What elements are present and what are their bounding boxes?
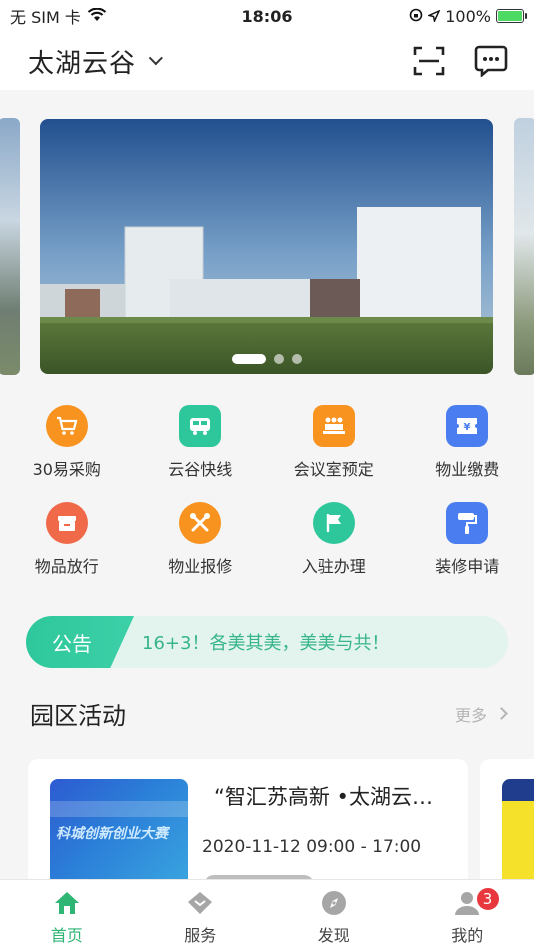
- notice-tag: 公告: [26, 616, 134, 668]
- banner-carousel[interactable]: [0, 90, 534, 390]
- more-label: 更多: [454, 705, 487, 725]
- quick-action-label: 云谷快线: [168, 460, 233, 479]
- location-icon: [426, 7, 441, 26]
- quick-action-label: 入驻办理: [301, 557, 366, 576]
- thumbnail-text: 科城创新创业大赛: [56, 826, 168, 842]
- tab-discover[interactable]: 发现: [267, 880, 401, 950]
- notification-badge: 3: [474, 886, 501, 912]
- quick-action-meeting-room[interactable]: 会议室预定: [267, 405, 401, 480]
- scan-icon: [413, 46, 445, 76]
- quick-action-label: 物品放行: [34, 557, 99, 576]
- activities-header: 园区活动 更多: [30, 696, 508, 731]
- status-bar: 无 SIM 卡 18:06 100%: [0, 0, 534, 32]
- quick-action-label: 物业报修: [168, 557, 233, 576]
- carousel-dot-active[interactable]: [231, 354, 266, 364]
- quick-action-check-in[interactable]: 入驻办理: [267, 502, 401, 577]
- notice-bar[interactable]: 公告 16+3！各美其美，美美与共！: [26, 616, 508, 668]
- activity-thumbnail: [502, 779, 534, 889]
- banner-prev-slide[interactable]: [0, 118, 20, 375]
- quick-action-label: 会议室预定: [293, 460, 374, 479]
- carousel-dot[interactable]: [291, 354, 302, 364]
- quick-action-item-release[interactable]: 物品放行: [0, 502, 134, 577]
- carousel-dot[interactable]: [273, 354, 284, 364]
- tab-label: 发现: [317, 926, 350, 945]
- wifi-icon: [87, 7, 107, 26]
- status-left: 无 SIM 卡: [10, 4, 107, 28]
- box-icon: [45, 502, 88, 544]
- tab-label: 首页: [50, 926, 83, 945]
- section-title: 园区活动: [30, 702, 126, 730]
- banner-image[interactable]: [40, 119, 493, 374]
- more-link[interactable]: 更多: [454, 702, 508, 726]
- scan-button[interactable]: [412, 44, 446, 78]
- battery-percent: 100%: [445, 6, 491, 26]
- park-title[interactable]: 太湖云谷: [28, 43, 136, 80]
- meeting-icon: [312, 405, 355, 447]
- orientation-lock-icon: [409, 7, 423, 26]
- activity-thumbnail: 科城创新创业大赛: [50, 779, 188, 889]
- building-photo: [40, 119, 493, 374]
- notice-text: 16+3！各美其美，美美与共！: [142, 633, 390, 654]
- quick-action-purchase[interactable]: 30易采购: [0, 405, 134, 480]
- flag-icon: [312, 502, 355, 544]
- quick-actions-grid: 30易采购 云谷快线 会议室预定 ¥ 物业缴费 物品放行 物业报修 入驻办理 装…: [0, 405, 534, 577]
- tab-profile[interactable]: 我的 3: [401, 880, 534, 950]
- banner-next-slide[interactable]: [514, 118, 534, 375]
- status-right: 100%: [409, 6, 527, 26]
- quick-action-shuttle[interactable]: 云谷快线: [134, 405, 268, 480]
- message-button[interactable]: [474, 44, 508, 78]
- activity-card[interactable]: 科城创新创业大赛 “智汇苏高新 •太湖云… 2020-11-12 09:00 -…: [28, 759, 468, 899]
- compass-icon: [321, 891, 346, 915]
- tab-label: 我的: [451, 926, 484, 945]
- home-icon: [54, 892, 79, 914]
- tab-home[interactable]: 首页: [0, 880, 134, 950]
- chevron-down-icon[interactable]: [148, 51, 163, 66]
- quick-action-label: 装修申请: [435, 557, 500, 576]
- quick-action-property-fee[interactable]: ¥ 物业缴费: [401, 405, 534, 480]
- service-icon: [188, 892, 213, 914]
- shopping-cart-icon: [45, 405, 88, 447]
- quick-action-renovation[interactable]: 装修申请: [401, 502, 534, 577]
- quick-action-repair[interactable]: 物业报修: [134, 502, 268, 577]
- bus-icon: [179, 405, 222, 447]
- carousel-dots: [231, 354, 302, 364]
- svg-text:¥: ¥: [464, 422, 471, 433]
- tab-label: 服务: [184, 926, 217, 945]
- chevron-right-icon: [495, 707, 508, 720]
- tab-bar: 首页 服务 发现 我的 3: [0, 879, 534, 950]
- message-icon: [474, 45, 508, 77]
- activity-date: 2020-11-12 09:00 - 17:00: [202, 837, 422, 857]
- payment-icon: ¥: [446, 405, 489, 447]
- quick-action-label: 30易采购: [32, 460, 101, 479]
- carrier-text: 无 SIM 卡: [10, 8, 81, 27]
- quick-action-label: 物业缴费: [435, 460, 500, 479]
- repair-icon: [179, 502, 222, 544]
- activity-title: “智汇苏高新 •太湖云…: [214, 785, 433, 809]
- status-time: 18:06: [241, 6, 293, 26]
- header: 太湖云谷: [0, 32, 534, 90]
- tab-services[interactable]: 服务: [134, 880, 268, 950]
- activity-card-next[interactable]: [480, 759, 534, 899]
- paint-roller-icon: [446, 502, 489, 544]
- battery-icon: [496, 9, 527, 23]
